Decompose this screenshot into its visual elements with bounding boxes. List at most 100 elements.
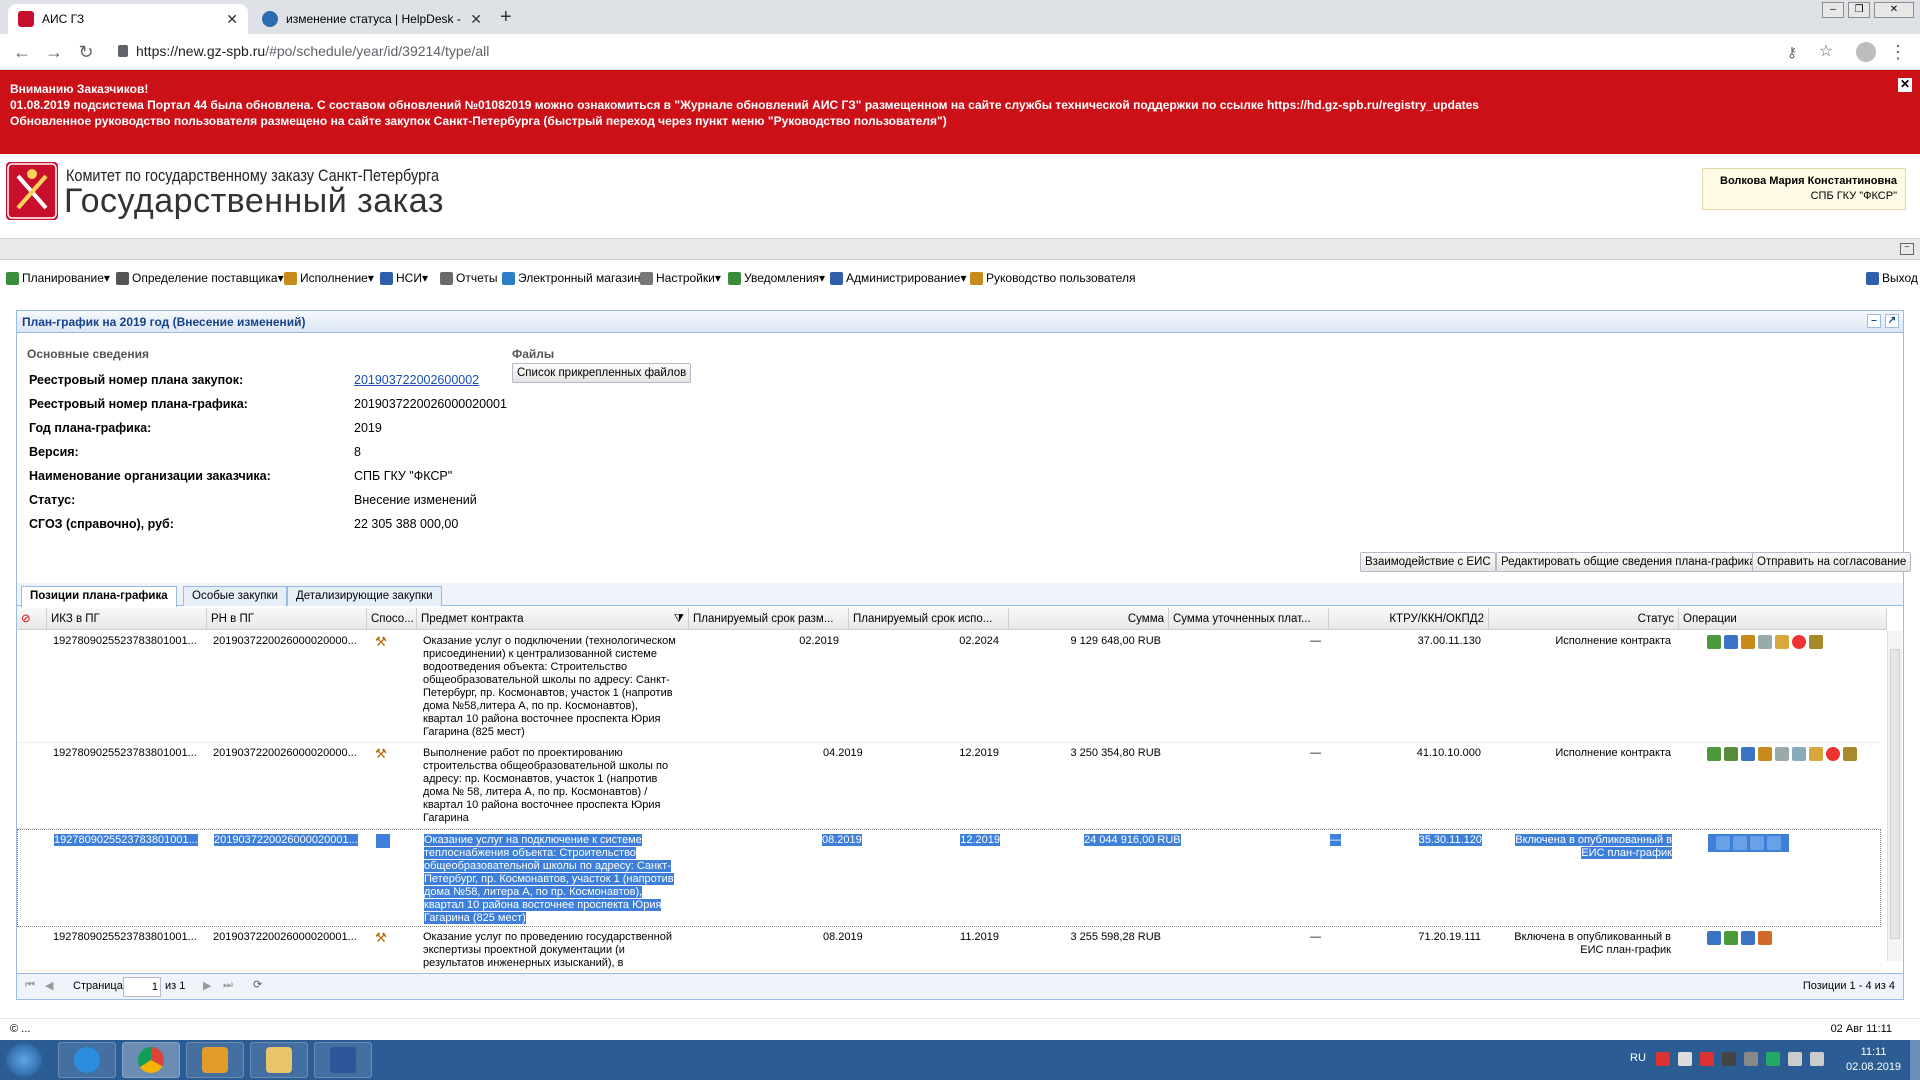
bookmark-star-icon[interactable]: ☆ [1816, 42, 1836, 62]
column-sum[interactable]: Сумма [1009, 608, 1169, 630]
document-op-icon[interactable] [1767, 836, 1781, 850]
scrollbar-thumb[interactable] [1890, 649, 1900, 939]
column-rn[interactable]: РН в ПГ [207, 608, 367, 630]
menu-planning[interactable]: Планирование ▾ [6, 271, 110, 285]
taskbar-clock[interactable]: 11:11 02.08.2019 [1846, 1045, 1901, 1075]
gavel-op-icon[interactable] [1775, 635, 1789, 649]
filter-clear-icon[interactable]: ⊘ [17, 608, 47, 630]
tray-icon[interactable] [1744, 1052, 1758, 1066]
scroll-op-icon[interactable] [1843, 747, 1857, 761]
document-op-icon[interactable] [1758, 635, 1772, 649]
volume-tray-icon[interactable] [1810, 1052, 1824, 1066]
menu-supplier-selection[interactable]: Определение поставщика ▾ [116, 271, 284, 285]
tools-op-icon[interactable] [1724, 747, 1738, 761]
menu-user-guide[interactable]: Руководство пользователя [970, 271, 1135, 285]
browser-tab-ais[interactable]: АИС ГЗ ✕ [8, 4, 248, 34]
minimize-window-icon[interactable]: – [1822, 2, 1844, 18]
column-plan-placement[interactable]: Планируемый срок разм... [689, 608, 849, 630]
emblem-op-icon[interactable] [1741, 635, 1755, 649]
tray-icon[interactable] [1722, 1052, 1736, 1066]
page-number-input[interactable] [123, 977, 161, 997]
taskbar-explorer[interactable] [250, 1042, 308, 1078]
gavel-op-icon[interactable] [1809, 747, 1823, 761]
new-tab-button[interactable]: + [500, 6, 512, 29]
attached-files-button[interactable]: Список прикрепленных файлов [512, 363, 692, 383]
close-window-icon[interactable]: ✕ [1874, 2, 1914, 18]
close-banner-icon[interactable]: ✕ [1898, 78, 1912, 92]
chart-op-icon[interactable] [1741, 931, 1755, 945]
menu-dots-icon[interactable]: ⋮ [1888, 42, 1908, 62]
menu-reports[interactable]: Отчеты [440, 271, 497, 285]
send-for-approval-button[interactable]: Отправить на согласование [1752, 552, 1912, 572]
emblem-op-icon[interactable] [1758, 747, 1772, 761]
close-tab-icon[interactable]: ✕ [470, 11, 482, 28]
edit-op-icon[interactable] [1716, 836, 1730, 850]
column-refined-sum[interactable]: Сумма уточненных плат... [1169, 608, 1329, 630]
forward-icon[interactable]: → [44, 42, 64, 62]
tab-schedule-positions[interactable]: Позиции плана-графика [21, 586, 177, 607]
menu-administration[interactable]: Администрирование ▾ [830, 271, 966, 285]
restore-window-icon[interactable]: ❐ [1848, 2, 1870, 18]
exit-button[interactable]: Выход [1866, 271, 1918, 285]
network-tray-icon[interactable] [1788, 1052, 1802, 1066]
tray-icon[interactable] [1678, 1052, 1692, 1066]
scroll-op-icon[interactable] [1809, 635, 1823, 649]
grid-scrollbar[interactable] [1887, 631, 1902, 961]
start-button-icon[interactable] [6, 1043, 42, 1077]
reload-icon[interactable]: ↻ [76, 42, 96, 62]
key-icon[interactable]: ⚷ [1782, 42, 1802, 62]
last-page-icon[interactable]: ⏭ [223, 979, 233, 992]
refresh-icon[interactable]: ⟳ [253, 978, 262, 991]
menu-nsi[interactable]: НСИ ▾ [380, 271, 428, 285]
chart-op-icon[interactable] [1741, 747, 1755, 761]
refresh-op-icon[interactable] [1724, 931, 1738, 945]
column-ktru[interactable]: КТРУ/ККН/ОКПД2 [1329, 608, 1489, 630]
stop-op-icon[interactable] [1826, 747, 1840, 761]
eis-interaction-button[interactable]: Взаимодействие с ЕИС [1360, 552, 1496, 572]
table-row[interactable]: 1927809025523783801001... 20190372200260… [17, 927, 1881, 971]
chart-op-icon[interactable] [1724, 635, 1738, 649]
language-indicator[interactable]: RU [1630, 1052, 1646, 1064]
tab-detailed-purchases[interactable]: Детализирующие закупки [287, 586, 442, 606]
tab-special-purchases[interactable]: Особые закупки [183, 586, 287, 606]
document-op-icon[interactable] [1758, 931, 1772, 945]
menu-notifications[interactable]: Уведомления ▾ [728, 271, 825, 285]
chart-op-icon[interactable] [1750, 836, 1764, 850]
refresh-op-icon[interactable] [1733, 836, 1747, 850]
column-operations[interactable]: Операции [1679, 608, 1887, 630]
edit-op-icon[interactable] [1707, 931, 1721, 945]
menu-e-shop[interactable]: Электронный магазин [502, 271, 640, 285]
menu-settings[interactable]: Настройки ▾ [640, 271, 721, 285]
tray-icon[interactable] [1766, 1052, 1780, 1066]
minimize-panel-icon[interactable]: – [1867, 314, 1881, 328]
taskbar-ie[interactable] [58, 1042, 116, 1078]
back-icon[interactable]: ← [12, 42, 32, 62]
first-page-icon[interactable]: ⏮ [25, 979, 35, 992]
show-desktop-button[interactable] [1910, 1040, 1920, 1080]
prev-page-icon[interactable]: ◀ [45, 979, 53, 992]
table-row[interactable]: 1927809025523783801001... 20190372200260… [17, 743, 1881, 829]
taskbar-word[interactable] [314, 1042, 372, 1078]
taskbar-outlook[interactable] [186, 1042, 244, 1078]
close-tab-icon[interactable]: ✕ [226, 11, 238, 28]
column-subject[interactable]: Предмет контракта ⧩ [417, 608, 689, 630]
column-method[interactable]: Спосо... [367, 608, 417, 630]
edit-schedule-info-button[interactable]: Редактировать общие сведения плана-графи… [1496, 552, 1761, 572]
antivirus-tray-icon[interactable] [1656, 1052, 1670, 1066]
column-status[interactable]: Статус [1489, 608, 1679, 630]
filter-icon[interactable]: ⧩ [674, 608, 684, 630]
address-bar[interactable]: https://new.gz-spb.ru/#po/schedule/year/… [136, 43, 489, 59]
menu-execution[interactable]: Исполнение ▾ [284, 271, 374, 285]
table-row[interactable]: 1927809025523783801001... 20190372200260… [17, 631, 1881, 743]
column-plan-execution[interactable]: Планируемый срок испо... [849, 608, 1009, 630]
next-page-icon[interactable]: ▶ [203, 979, 211, 992]
plan-registry-number-link[interactable]: 201903722002600002 [354, 373, 479, 387]
column-ikz[interactable]: ИКЗ в ПГ [47, 608, 207, 630]
refresh-op-icon[interactable] [1707, 747, 1721, 761]
user-info-box[interactable]: Волкова Мария Константиновна СПБ ГКУ "ФК… [1702, 168, 1906, 210]
tray-icon[interactable] [1700, 1052, 1714, 1066]
profile-avatar-icon[interactable] [1856, 42, 1876, 62]
stop-op-icon[interactable] [1792, 635, 1806, 649]
report-op-icon[interactable] [1792, 747, 1806, 761]
maximize-panel-icon[interactable]: ↗ [1885, 314, 1899, 328]
